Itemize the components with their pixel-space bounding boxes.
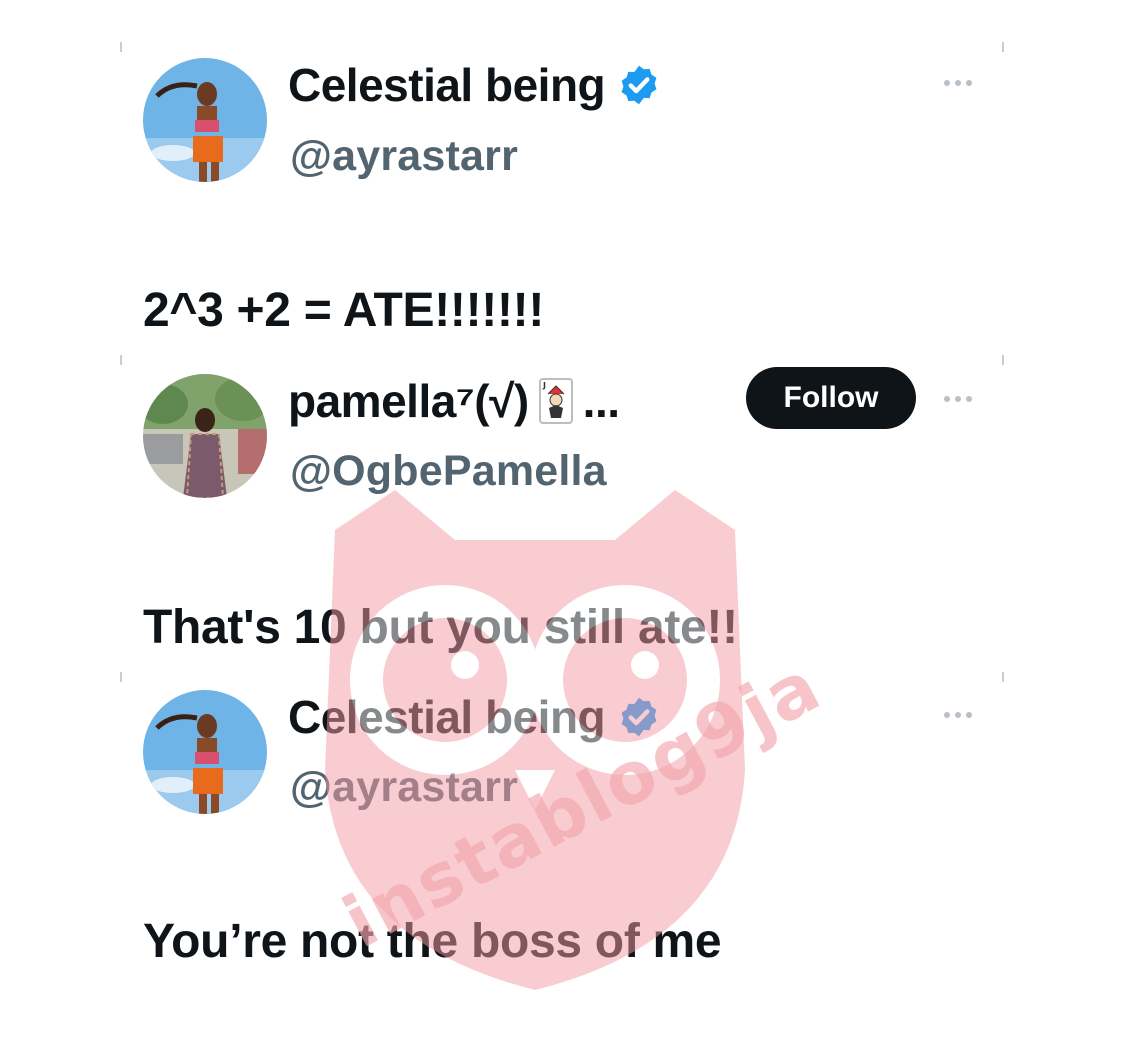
avatar-photo-icon bbox=[143, 58, 267, 182]
more-options-icon[interactable] bbox=[944, 80, 972, 86]
avatar[interactable] bbox=[143, 58, 267, 182]
handle[interactable]: @ayrastarr bbox=[290, 135, 518, 178]
more-options-icon[interactable] bbox=[944, 396, 972, 402]
display-name[interactable]: Celestial being bbox=[288, 62, 661, 108]
avatar-photo-icon bbox=[143, 690, 267, 814]
name-ellipsis: ... bbox=[582, 375, 620, 427]
follow-button[interactable]: Follow bbox=[746, 367, 916, 429]
tweet-text: That's 10 but you still ate!! bbox=[143, 601, 738, 654]
display-name[interactable]: pamella⁷(√) J ... bbox=[288, 378, 620, 424]
svg-text:J: J bbox=[542, 381, 546, 390]
divider-tick bbox=[120, 42, 122, 52]
avatar-photo-icon bbox=[143, 374, 267, 498]
divider-tick bbox=[120, 355, 122, 365]
divider-tick bbox=[1002, 355, 1004, 365]
tweet-text: You’re not the boss of me bbox=[143, 915, 722, 968]
display-name-text: Celestial being bbox=[288, 691, 606, 743]
joker-card-icon: J bbox=[538, 378, 573, 424]
divider-tick bbox=[1002, 42, 1004, 52]
tweet-text: 2^3 +2 = ATE!!!!!!! bbox=[143, 284, 545, 337]
more-options-icon[interactable] bbox=[944, 712, 972, 718]
display-name-text: pamella⁷(√) bbox=[288, 375, 529, 427]
divider-tick bbox=[120, 672, 122, 682]
avatar[interactable] bbox=[143, 690, 267, 814]
verified-badge-icon bbox=[617, 63, 661, 107]
handle[interactable]: @OgbePamella bbox=[290, 450, 607, 493]
avatar[interactable] bbox=[143, 374, 267, 498]
verified-badge-icon bbox=[617, 695, 661, 739]
display-name[interactable]: Celestial being bbox=[288, 694, 661, 740]
display-name-text: Celestial being bbox=[288, 59, 606, 111]
handle[interactable]: @ayrastarr bbox=[290, 766, 518, 809]
divider-tick bbox=[1002, 672, 1004, 682]
